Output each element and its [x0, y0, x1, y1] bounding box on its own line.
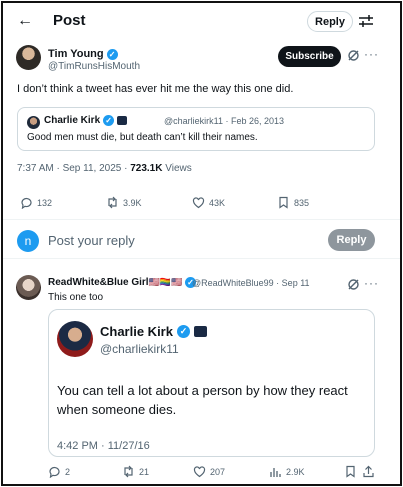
author-name-row[interactable]: Tim Young ✓: [48, 48, 118, 60]
reply-actions: 2 21 207 2.9K: [48, 465, 378, 481]
embedded-tweet-text: You can tell a lot about a person by how…: [57, 383, 348, 417]
embedded-tweet-card[interactable]: Charlie Kirk ✓ @charliekirk11 You can te…: [48, 309, 375, 457]
verified-badge-icon: ✓: [103, 115, 115, 126]
verified-badge-icon: ✓: [176, 325, 190, 338]
views-chart-icon: [270, 468, 281, 477]
heart-icon: [193, 466, 206, 478]
author-handle[interactable]: @TimRunsHisMouth: [48, 61, 140, 72]
reply-icon: [21, 197, 32, 209]
quote-author-avatar: [27, 116, 40, 129]
tweet-text: I don’t think a tweet has ever hit me th…: [17, 83, 294, 95]
heart-icon: [192, 197, 205, 209]
quoted-tweet[interactable]: Charlie Kirk ✓ @charliekirk11 · Feb 26, …: [17, 107, 375, 151]
bookmark-count: 835: [294, 197, 310, 208]
filter-icon[interactable]: [357, 13, 375, 29]
like-count: 43K: [209, 197, 226, 208]
tweet-meta: 7:37 AM · Sep 11, 2025 · 723.1K Views: [17, 163, 192, 174]
quote-text: Good men must die, but death can’t kill …: [27, 132, 258, 143]
more-options-icon[interactable]: ···: [364, 276, 379, 290]
share-icon[interactable]: [362, 465, 375, 478]
embedded-author-name: Charlie Kirk: [100, 324, 173, 339]
author-avatar[interactable]: [16, 45, 41, 70]
reply-author-handle-date[interactable]: @ReadWhiteBlue99 · Sep 11: [192, 278, 310, 288]
reply-count: 2: [65, 466, 71, 477]
bookmark-action[interactable]: 835: [277, 196, 309, 209]
tweet-timestamp[interactable]: 7:37 AM · Sep 11, 2025 ·: [17, 163, 130, 174]
verified-badge-icon: ✓: [106, 48, 118, 60]
bookmark-icon[interactable]: [344, 465, 357, 478]
affiliation-badge-icon: [193, 326, 207, 337]
repost-count: 21: [139, 466, 150, 477]
back-arrow-icon[interactable]: ←: [17, 12, 33, 30]
quote-author-name: Charlie Kirk: [44, 115, 101, 126]
bookmark-icon: [279, 196, 288, 209]
views-action[interactable]: 2.9K: [269, 465, 305, 478]
grok-icon[interactable]: [347, 278, 360, 291]
repost-action[interactable]: 21: [122, 465, 149, 478]
reply-icon: [49, 466, 60, 478]
quote-author-row: Charlie Kirk ✓: [44, 115, 128, 126]
embedded-author-row: Charlie Kirk ✓: [100, 324, 207, 339]
grok-icon[interactable]: [347, 49, 360, 62]
repost-action[interactable]: 3.9K: [106, 196, 142, 209]
subscribe-button[interactable]: Subscribe: [278, 46, 341, 67]
quote-author-handle-date: @charliekirk11 · Feb 26, 2013: [164, 116, 285, 126]
repost-icon: [124, 465, 133, 478]
more-options-icon[interactable]: ···: [364, 47, 379, 61]
reply-count: 132: [37, 197, 53, 208]
embedded-tweet-date: 4:42 PM · 11/27/16: [57, 440, 150, 452]
reply-action[interactable]: 132: [20, 196, 52, 209]
views-label: Views: [162, 163, 192, 174]
embedded-author-handle: @charliekirk11: [100, 342, 179, 356]
reply-text: This one too: [48, 292, 104, 303]
reply-author-name: ReadWhite&Blue Girl: [48, 277, 149, 288]
user-avatar[interactable]: n: [17, 230, 39, 252]
view-count: 723.1K: [130, 163, 163, 174]
like-action[interactable]: 207: [193, 465, 225, 478]
tweet-actions: 132 3.9K 43K 835: [17, 196, 377, 212]
repost-count: 3.9K: [123, 197, 142, 208]
embedded-author-avatar: [57, 321, 93, 357]
reply-composer: n Post your reply Reply: [3, 219, 400, 259]
post-screen: ← Post Reply Tim Young ✓ @TimRunsHisMout…: [1, 1, 402, 486]
reply-author-flags: 🇺🇸🏳️‍🌈🇺🇸: [148, 277, 183, 287]
views-count: 2.9K: [286, 466, 305, 477]
like-count: 207: [210, 466, 226, 477]
like-action[interactable]: 43K: [192, 196, 225, 209]
reply-author-row[interactable]: ReadWhite&Blue Girl🇺🇸🏳️‍🌈🇺🇸 ✓: [48, 277, 196, 288]
reply-action[interactable]: 2: [48, 465, 70, 478]
affiliation-badge-icon: [117, 116, 128, 125]
reply-input[interactable]: Post your reply: [48, 233, 135, 248]
repost-icon: [108, 196, 117, 209]
reply-author-avatar[interactable]: [16, 275, 41, 300]
author-name: Tim Young: [48, 48, 104, 60]
top-bar: ← Post Reply: [3, 3, 400, 39]
page-title: Post: [53, 12, 86, 29]
reply-submit-button[interactable]: Reply: [328, 229, 375, 251]
reply-sort-button[interactable]: Reply: [307, 11, 353, 32]
